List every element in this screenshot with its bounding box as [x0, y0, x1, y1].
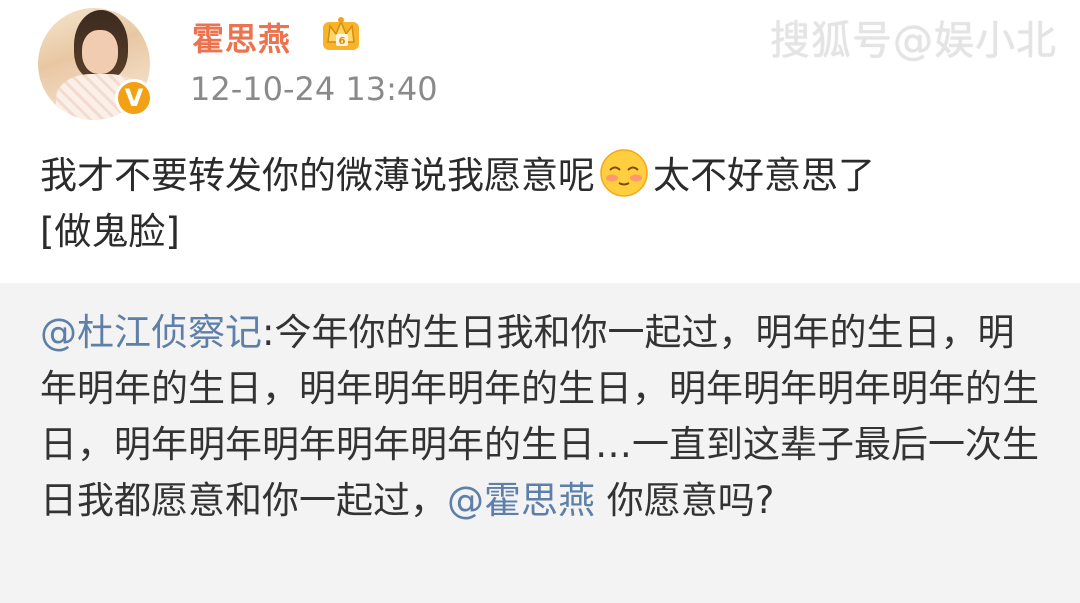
- watermark: 搜狐号@娱小北: [770, 18, 1057, 64]
- post-text: 我才不要转发你的微薄说我愿意呢: [40, 154, 595, 197]
- emoticon-tag: [做鬼脸]: [40, 210, 180, 253]
- repost-author-mention[interactable]: @杜江侦察记: [40, 311, 262, 354]
- repost-ending: 你愿意吗?: [595, 479, 775, 522]
- svg-text:6: 6: [339, 36, 346, 47]
- repost-body: @杜江侦察记:今年你的生日我和你一起过，明年的生日，明年明年的生日，明年明年明年…: [40, 305, 1050, 529]
- post-body: 我才不要转发你的微薄说我愿意呢 太不好意思了 [做鬼脸]: [40, 148, 1050, 260]
- repost-block[interactable]: @杜江侦察记:今年你的生日我和你一起过，明年的生日，明年明年的生日，明年明年明年…: [0, 283, 1080, 603]
- repost-tagged-mention[interactable]: @霍思燕: [447, 479, 595, 522]
- post-text-continued: 太不好意思了: [653, 154, 875, 197]
- shy-blush-emoji-icon: [600, 149, 648, 197]
- vip-crown-icon: 6: [323, 17, 359, 50]
- post-timestamp: 12-10-24 13:40: [190, 70, 438, 108]
- avatar-face: [82, 30, 118, 74]
- verified-badge-icon: V: [115, 79, 153, 117]
- username[interactable]: 霍思燕: [192, 14, 291, 60]
